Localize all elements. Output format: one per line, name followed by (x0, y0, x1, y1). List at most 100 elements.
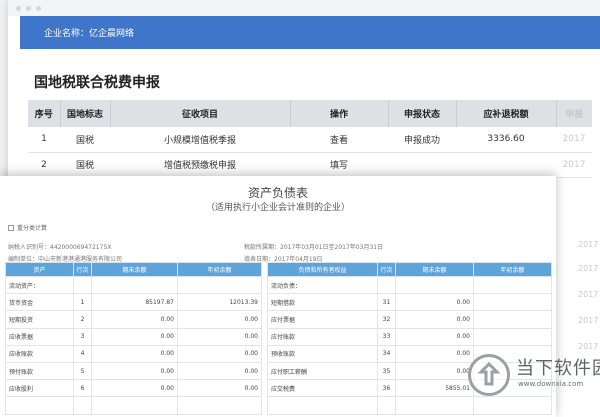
row-date: 2017 (556, 127, 592, 153)
ending-balance[interactable] (395, 275, 474, 295)
recalc-label: 重分类计算 (17, 225, 48, 232)
liability-name: 应付账款 (267, 327, 378, 346)
line-no: 6 (73, 379, 92, 398)
opening-balance[interactable] (473, 310, 552, 329)
col-opening-balance: 年初余额 (177, 262, 262, 277)
col-header-date: 申报 (556, 100, 592, 127)
opening-balance[interactable] (473, 327, 552, 346)
watermark-url: www.downxia.com (518, 380, 584, 388)
recalc-checkbox[interactable]: 重分类计算 (8, 223, 47, 232)
watermark-logo-icon (468, 354, 510, 396)
ending-balance[interactable]: 0.00 (395, 327, 474, 346)
col-line: 行次 (377, 262, 396, 277)
line-no: 2 (73, 310, 92, 329)
opening-balance[interactable] (473, 275, 552, 295)
table-row: 货币资金 1 85197.87 12013.39 短期借款 31 0.00 (5, 293, 552, 312)
asset-name: 应收票据 (5, 327, 74, 346)
asset-name: 应收账款 (5, 344, 74, 363)
line-no: 4 (73, 344, 92, 363)
liability-name: 应付票据 (267, 310, 378, 329)
ending-balance[interactable]: 0.00 (395, 293, 474, 312)
company-name: 企业名称：亿企晨网络 (44, 29, 135, 39)
col-header-status: 申报状态 (388, 100, 457, 127)
col-ending-balance: 期末余额 (395, 262, 474, 277)
line-no (73, 275, 92, 295)
liability-name (267, 396, 378, 415)
liability-name: 短期借款 (267, 293, 378, 312)
table-row: 1 国税 小规模增值税季报 查看 申报成功 3336.60 2017 (28, 127, 592, 153)
ending-balance[interactable] (91, 275, 178, 295)
row-date: 2017 (556, 152, 592, 178)
asset-name (5, 396, 74, 415)
line-no: 3 (73, 327, 92, 346)
col-header-index: 序号 (28, 100, 61, 127)
page-title: 国地税联合税费申报 (34, 75, 160, 91)
opening-balance[interactable]: 12013.39 (177, 293, 262, 312)
background-date-text: 2017 (578, 240, 599, 249)
opening-balance[interactable] (177, 396, 262, 415)
col-ending-balance: 期末余额 (91, 262, 178, 277)
row-index: 1 (28, 127, 60, 153)
ending-balance[interactable]: 0.00 (395, 344, 474, 363)
opening-balance[interactable]: 0.00 (177, 327, 262, 346)
ending-balance[interactable]: 0.00 (91, 327, 178, 346)
asset-name: 货币资金 (5, 293, 74, 312)
opening-balance[interactable]: 0.00 (177, 379, 262, 398)
opening-balance[interactable]: 0.00 (177, 310, 262, 329)
asset-name: 应收股利 (5, 379, 74, 398)
liability-name: 流动负债： (267, 275, 378, 295)
table-row: 应收票据 3 0.00 0.00 应付账款 33 0.00 (5, 327, 552, 346)
line-no (377, 396, 396, 415)
ending-balance[interactable]: 0.00 (91, 379, 178, 398)
line-no: 36 (377, 379, 396, 398)
tax-period: 税款所属期：2017年03月01日至2017年03月31日 (244, 244, 384, 251)
ending-balance[interactable]: 5855.01 (395, 379, 474, 398)
ending-balance[interactable] (91, 396, 178, 415)
company-header-bar: 企业名称：亿企晨网络 (20, 16, 600, 49)
opening-balance[interactable]: 0.00 (177, 344, 262, 363)
line-no: 5 (73, 361, 92, 381)
background-date-text: 2017 (578, 290, 599, 299)
opening-balance[interactable] (177, 275, 262, 295)
col-opening-balance: 年初余额 (473, 262, 552, 277)
row-status (388, 152, 456, 178)
row-item: 小规模增值税季报 (110, 127, 290, 153)
liability-name: 预收账款 (267, 344, 378, 363)
asset-name: 流动资产： (5, 275, 74, 295)
checkbox-icon[interactable] (8, 224, 14, 231)
table-header-row: 序号 国地标志 征收项目 操作 申报状态 应补退税额 申报 (28, 100, 592, 127)
ending-balance[interactable]: 0.00 (395, 361, 474, 381)
ending-balance[interactable]: 0.00 (91, 344, 178, 363)
asset-name: 预付账款 (5, 361, 74, 381)
table-row: 流动资产： 流动负债： (5, 275, 552, 295)
row-status: 申报成功 (388, 127, 456, 153)
watermark-text: 当下软件园 (516, 358, 600, 379)
line-no: 32 (377, 310, 396, 329)
ending-balance[interactable] (395, 396, 474, 415)
window-dot-icon (36, 6, 41, 11)
ending-balance[interactable]: 0.00 (395, 310, 474, 329)
line-no: 35 (377, 361, 396, 381)
background-date-text: 2017 (578, 316, 599, 325)
table-row: 短期投资 2 0.00 0.00 应付票据 32 0.00 (5, 310, 552, 329)
line-no: 34 (377, 344, 396, 363)
col-header-action: 操作 (290, 100, 389, 127)
ending-balance[interactable]: 0.00 (91, 310, 178, 329)
row-amount: 3336.60 (456, 127, 556, 153)
row-flag: 国税 (60, 152, 110, 178)
ending-balance[interactable]: 0.00 (91, 361, 178, 381)
line-no: 1 (73, 293, 92, 312)
fill-link[interactable]: 填写 (290, 152, 388, 178)
ending-balance[interactable]: 85197.87 (91, 293, 178, 312)
view-link[interactable]: 查看 (290, 127, 388, 153)
window-titlebar (8, 0, 600, 16)
background-date-text: 2017 (578, 264, 599, 273)
opening-balance[interactable]: 0.00 (177, 361, 262, 381)
opening-balance[interactable] (473, 293, 552, 312)
taxpayer-id: 纳税人识别号：44200006947217​5X (8, 244, 112, 251)
tax-declaration-table: 序号 国地标志 征收项目 操作 申报状态 应补退税额 申报 1 国税 小规模增值… (28, 100, 592, 178)
line-no: 31 (377, 293, 396, 312)
table-row: 2 国税 增值税预缴税申报 填写 2017 (28, 152, 592, 178)
col-header-item: 征收项目 (110, 100, 291, 127)
asset-name: 短期投资 (5, 310, 74, 329)
